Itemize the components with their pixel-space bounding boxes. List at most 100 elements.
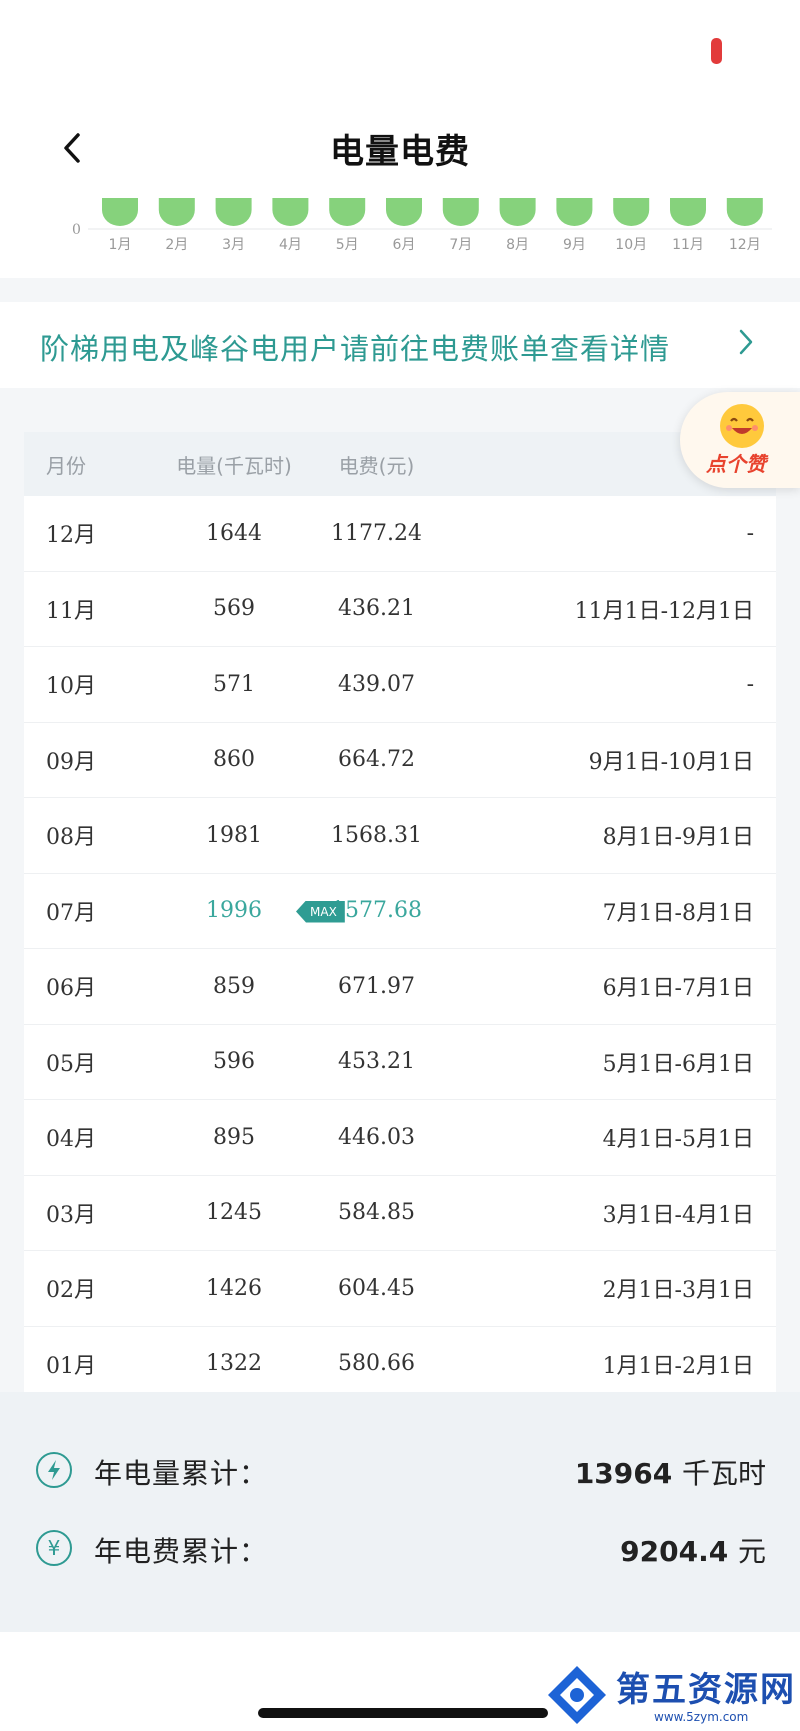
like-button[interactable]: 点个赞 (680, 392, 800, 488)
cell-fee: 446.03 (338, 1124, 415, 1150)
billing-notice-banner[interactable]: 阶梯用电及峰谷电用户请前往电费账单查看详情 (0, 302, 800, 388)
header-fee: 电费(元) (338, 453, 415, 478)
top-area: 电量电费 0 1月 2月 3月 4月 5月 6月 7月 8月 9月 10月 11月 12月 (0, 0, 800, 278)
cell-range: 11月1日-12月1日 (574, 598, 754, 624)
table-row: 11月 569 436.21 11月1日-12月1日 (24, 572, 776, 647)
chart-bar (272, 198, 309, 226)
home-indicator[interactable] (258, 1708, 548, 1718)
chevron-right-icon (739, 329, 753, 355)
table-row: 03月 1245 584.85 3月1日-4月1日 (24, 1176, 776, 1251)
table-row: 10月 571 439.07 - (24, 647, 776, 723)
chart-bar (556, 198, 593, 227)
cell-fee: 671.97 (338, 973, 415, 999)
x-tick-label: 10月 (615, 237, 647, 253)
cell-kwh: 1426 (206, 1275, 262, 1301)
cell-range: 7月1日-8月1日 (602, 900, 754, 926)
chart-bar (386, 198, 422, 226)
notice-text: 阶梯用电及峰谷电用户请前往电费账单查看详情 (40, 332, 671, 366)
annual-fee-value: 9204.4 元 (620, 1530, 766, 1570)
cell-month: 02月 (46, 1278, 96, 1304)
yen-icon: ¥ (36, 1530, 72, 1566)
y-tick-label: 0 (72, 222, 81, 238)
cell-kwh: 1245 (206, 1200, 262, 1226)
cell-range: 5月1日-6月1日 (602, 1051, 754, 1077)
chart-bar (670, 198, 706, 226)
chart-bar (215, 198, 252, 226)
table-header: 月份 电量(千瓦时) 电费(元) 用 (24, 432, 776, 496)
cell-range: 6月1日-7月1日 (602, 976, 754, 1002)
x-tick-label: 12月 (729, 237, 761, 253)
watermark-logo-icon (548, 1666, 606, 1724)
chart-bar (726, 198, 763, 226)
x-tick-label: 8月 (506, 237, 529, 253)
x-tick-label: 5月 (336, 237, 359, 253)
chart-bar (158, 198, 195, 226)
cell-month: 01月 (46, 1353, 96, 1379)
table-row: 02月 1426 604.45 2月1日-3月1日 (24, 1251, 776, 1327)
max-badge: MAX (296, 900, 345, 923)
cell-fee: 604.45 (338, 1275, 415, 1301)
cell-kwh: 1644 (206, 520, 262, 546)
annual-kwh-unit: 千瓦时 (681, 1457, 766, 1490)
cell-month: 12月 (46, 523, 96, 549)
page-title: 电量电费 (330, 132, 470, 172)
annual-fee-row: ¥ 年电费累计： 9204.4 元 (0, 1520, 800, 1580)
cell-month: 03月 (46, 1202, 96, 1228)
cell-fee: 436.21 (338, 596, 415, 622)
watermark: 第五资源网 www.5zym.com (540, 1660, 800, 1731)
x-tick-label: 7月 (449, 237, 472, 253)
annual-kwh-number: 13964 (574, 1457, 673, 1490)
cell-month: 08月 (46, 825, 96, 851)
cell-kwh: 571 (213, 671, 255, 697)
cell-month: 04月 (46, 1127, 96, 1153)
cell-range: - (746, 520, 754, 546)
table-row: 08月 1981 1568.31 8月1日-9月1日 (24, 798, 776, 874)
cell-kwh: 1981 (206, 822, 262, 848)
chart-bar (442, 198, 479, 226)
cell-range: 3月1日-4月1日 (602, 1202, 754, 1228)
table-row: 09月 860 664.72 9月1日-10月1日 (24, 723, 776, 798)
header-month: 月份 (46, 453, 86, 478)
chart-bar (613, 198, 650, 226)
cell-fee: 584.85 (338, 1200, 415, 1226)
smiley-icon (720, 404, 764, 448)
lightning-icon (36, 1452, 72, 1488)
cell-range: 1月1日-2月1日 (602, 1353, 754, 1379)
cell-month: 05月 (46, 1051, 96, 1077)
status-indicator (711, 38, 722, 64)
annual-fee-unit: 元 (737, 1535, 766, 1568)
table-row: 01月 1322 580.66 1月1日-2月1日 (24, 1327, 776, 1402)
cell-fee: 580.66 (338, 1351, 415, 1377)
cell-month: 10月 (46, 674, 96, 700)
cell-fee: 439.07 (338, 671, 415, 697)
header-kwh: 电量(千瓦时) (176, 453, 292, 478)
cell-range: 8月1日-9月1日 (602, 825, 754, 851)
cell-kwh: 860 (213, 747, 255, 773)
x-tick-label: 1月 (109, 237, 132, 253)
table-row: 06月 859 671.97 6月1日-7月1日 (24, 949, 776, 1025)
cell-range: 2月1日-3月1日 (602, 1278, 754, 1304)
table-body: 12月 1644 1177.24 - 11月 569 436.21 11月1日-12月1日 10… (24, 496, 776, 1401)
annual-kwh-row: 年电量累计： 13964 千瓦时 (0, 1442, 800, 1502)
watermark-url: www.5zym.com (654, 1710, 749, 1724)
chart-bar (102, 198, 138, 226)
cell-kwh: 596 (213, 1049, 255, 1075)
annual-summary: 年电量累计： 13964 千瓦时 ¥ 年电费累计： 9204.4 元 (0, 1392, 800, 1632)
x-tick-label: 4月 (279, 237, 302, 253)
x-tick-label: 2月 (165, 237, 188, 253)
cell-month: 11月 (46, 598, 96, 624)
cell-fee: 1177.24 (331, 520, 422, 546)
usage-table: 月份 电量(千瓦时) 电费(元) 用 12月 1644 1177.24 - 11月 569… (24, 432, 776, 1401)
annual-fee-number: 9204.4 (620, 1535, 729, 1568)
x-tick-label: 9月 (563, 237, 586, 253)
cell-fee: 453.21 (338, 1049, 415, 1075)
chart-bar (329, 198, 366, 226)
table-row: 12月 1644 1177.24 - (24, 496, 776, 572)
x-tick-label: 11月 (672, 237, 704, 253)
cell-kwh: 1322 (206, 1351, 262, 1377)
cell-month: 06月 (46, 976, 96, 1002)
annual-kwh-value: 13964 千瓦时 (575, 1452, 766, 1492)
cell-range: - (746, 671, 754, 697)
cell-kwh: 569 (213, 596, 255, 622)
cell-month: 07月 (46, 900, 96, 926)
